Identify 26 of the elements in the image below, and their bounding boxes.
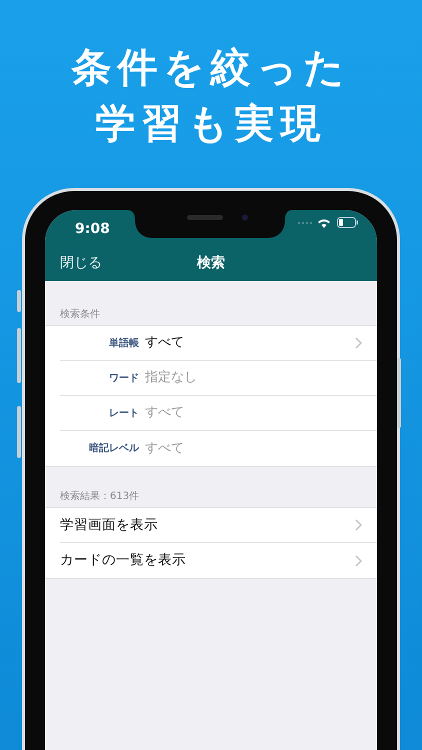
close-button[interactable]: 閉じる bbox=[60, 253, 102, 274]
field-label: レート bbox=[108, 406, 139, 420]
field-value: すべて bbox=[145, 334, 184, 352]
field-label: ワード bbox=[108, 372, 139, 386]
status-time: 9:08 bbox=[75, 220, 110, 239]
row-label: 学習画面を表示 bbox=[60, 516, 158, 535]
section-header: 検索結果：613件 bbox=[59, 490, 140, 504]
section-header: 検索条件 bbox=[59, 308, 101, 322]
field-label: 単語帳 bbox=[108, 336, 139, 350]
signal-icon bbox=[297, 221, 313, 225]
headline-text: 条件を絞った bbox=[70, 44, 352, 93]
field-value: すべて bbox=[145, 404, 184, 422]
field-value: すべて bbox=[145, 440, 184, 458]
list-row[interactable]: カードの一覧を表示 bbox=[60, 543, 377, 578]
chevron-icon bbox=[355, 519, 362, 531]
wifi-icon bbox=[317, 218, 331, 228]
nav-title: 検索 bbox=[197, 254, 225, 273]
chevron-icon bbox=[355, 337, 362, 349]
headline-text: 学習も実現 bbox=[94, 100, 328, 149]
filter-row[interactable]: 単語帳 すべて bbox=[60, 326, 377, 361]
field-label: 暗記レベル bbox=[88, 441, 139, 456]
list-row[interactable]: 学習画面を表示 bbox=[60, 508, 377, 543]
row-label: カードの一覧を表示 bbox=[60, 551, 186, 570]
battery-icon bbox=[337, 217, 358, 228]
field-value: 指定なし bbox=[145, 369, 197, 388]
chevron-icon bbox=[355, 554, 362, 566]
